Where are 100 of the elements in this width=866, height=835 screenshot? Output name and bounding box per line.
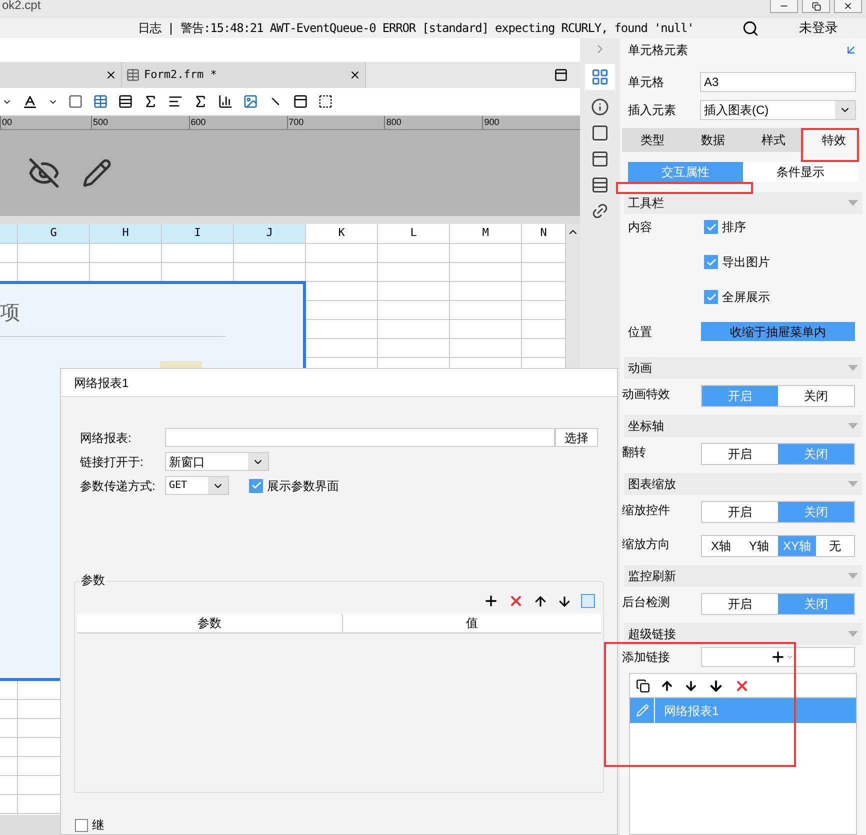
column-header[interactable]: G [18, 224, 90, 243]
method-dropdown[interactable]: GET [165, 476, 229, 495]
checkmark-icon [706, 222, 716, 232]
login-link[interactable]: 未登录 [799, 18, 838, 38]
section-header[interactable]: 超级链接 [624, 623, 862, 645]
ruler-label: 600 [188, 116, 287, 129]
segment-option[interactable]: 开启 [702, 502, 778, 522]
delete-icon[interactable] [508, 593, 524, 609]
field-label: 缩放方向 [622, 536, 671, 553]
close-tab-icon[interactable] [105, 69, 117, 81]
grid-icon [591, 68, 609, 86]
link-label: 网络报表1 [663, 702, 719, 720]
checkbox[interactable] [249, 478, 263, 492]
field-label: 单元格 [628, 74, 665, 91]
image-icon[interactable] [243, 94, 258, 109]
checkbox-label: 继 [92, 817, 104, 834]
section-header[interactable]: 工具栏 [624, 192, 862, 214]
dropdown-value: 插入图表(C) [703, 102, 770, 119]
move-down-icon[interactable] [684, 678, 698, 692]
cell-field[interactable]: A3 [700, 72, 856, 92]
move-up-icon[interactable] [660, 678, 674, 692]
frame-icon[interactable] [591, 124, 609, 142]
close-button[interactable] [834, 0, 862, 13]
column-header[interactable]: H [90, 224, 162, 243]
segment-option[interactable]: X轴 [702, 536, 740, 556]
checkbox[interactable] [704, 255, 718, 269]
group-label: 参数 [80, 571, 106, 589]
field-label: 链接打开于: [80, 454, 144, 470]
dropdown-value: GET [168, 479, 188, 493]
checkbox[interactable] [704, 290, 718, 304]
move-up-icon[interactable] [533, 594, 548, 608]
dialog-title: 网络报表1 [74, 374, 129, 392]
cell-element-tab[interactable] [585, 64, 615, 90]
field-label: 动画特效 [622, 386, 671, 403]
segment-option[interactable]: 无 [816, 536, 854, 556]
panel-tab[interactable]: 类型 [622, 128, 682, 152]
form-file-icon [126, 68, 140, 82]
eye-slash-icon[interactable] [28, 157, 60, 189]
section-header[interactable]: 动画 [624, 357, 862, 379]
report-field[interactable] [165, 428, 555, 447]
section-header[interactable]: 监控刷新 [624, 565, 862, 587]
segment-option[interactable]: 开启 [702, 444, 778, 464]
border-icon[interactable] [318, 94, 333, 109]
table-header: 参数 [77, 614, 343, 632]
sub-tab[interactable]: 条件显示 [743, 162, 858, 182]
restore-button[interactable] [802, 0, 830, 13]
section-title: 坐标轴 [628, 418, 665, 435]
font-color-icon[interactable] [22, 94, 38, 110]
checkbox[interactable] [75, 818, 88, 832]
section-title: 工具栏 [628, 195, 665, 212]
choose-button[interactable]: 选择 [555, 428, 598, 447]
segment-option[interactable]: 开启 [702, 594, 778, 614]
dropdown-value: 新窗口 [168, 454, 206, 470]
highlight-frame [801, 128, 859, 162]
field-label: 位置 [628, 324, 653, 340]
log-message[interactable]: 日志 | 警告:15:48:21 AWT-EventQueue-0 ERROR [standard] expecting RCURLY, found 'null' [138, 19, 742, 37]
segment-option[interactable]: 关闭 [778, 386, 854, 406]
ruler-label: 00 [0, 116, 91, 129]
position-button[interactable]: 收缩于抽屉菜单内 [701, 322, 855, 341]
section-title: 监控刷新 [628, 568, 677, 585]
bar-chart-icon[interactable] [218, 94, 233, 109]
pencil-icon[interactable] [82, 158, 112, 188]
checkmark-icon [706, 292, 716, 302]
chart-title: 项 [0, 301, 21, 326]
column-header[interactable]: I [162, 224, 234, 243]
table-icon[interactable] [93, 94, 108, 109]
section-title: 图表缩放 [628, 476, 677, 493]
ruler-label: 700 [286, 116, 384, 129]
section-title: 超级链接 [628, 626, 677, 643]
align-icon[interactable] [168, 94, 183, 109]
file-tab[interactable]: Form2.frm * [122, 62, 366, 88]
insert-dropdown[interactable]: 插入图表(C) [700, 100, 856, 120]
panel-tab[interactable]: 样式 [743, 128, 804, 152]
caret-icon [786, 653, 794, 661]
field-label: 添加链接 [622, 649, 671, 666]
checkbox[interactable] [704, 220, 718, 234]
close-tab-icon[interactable] [349, 69, 361, 81]
ruler-label: 800 [384, 116, 482, 129]
section-header[interactable]: 坐标轴 [624, 415, 862, 437]
field-label: 翻转 [622, 444, 647, 461]
checkbox-label: 展示参数界面 [267, 478, 339, 494]
move-down-icon[interactable] [557, 594, 572, 608]
close-icon [843, 1, 853, 11]
section-header[interactable]: 图表缩放 [624, 473, 862, 495]
section-title: 动画 [628, 360, 653, 377]
table-header: 值 [465, 615, 479, 632]
segment-option[interactable]: Y轴 [740, 536, 778, 556]
field-label: 缩放控件 [622, 502, 671, 519]
add-link-button[interactable] [701, 647, 855, 667]
column-header[interactable]: J [234, 224, 306, 243]
checkbox-label: 全屏展示 [722, 289, 770, 306]
checkbox-label: 导出图片 [722, 254, 770, 271]
layout-icon[interactable] [591, 176, 609, 194]
panel-tab[interactable]: 数据 [682, 128, 743, 152]
formula-icon[interactable] [193, 94, 208, 109]
move-bottom-icon[interactable] [708, 678, 724, 694]
search-icon[interactable] [742, 20, 759, 36]
add-icon[interactable] [483, 593, 499, 609]
copy-icon[interactable] [636, 678, 650, 692]
open-target-dropdown[interactable]: 新窗口 [165, 452, 269, 471]
